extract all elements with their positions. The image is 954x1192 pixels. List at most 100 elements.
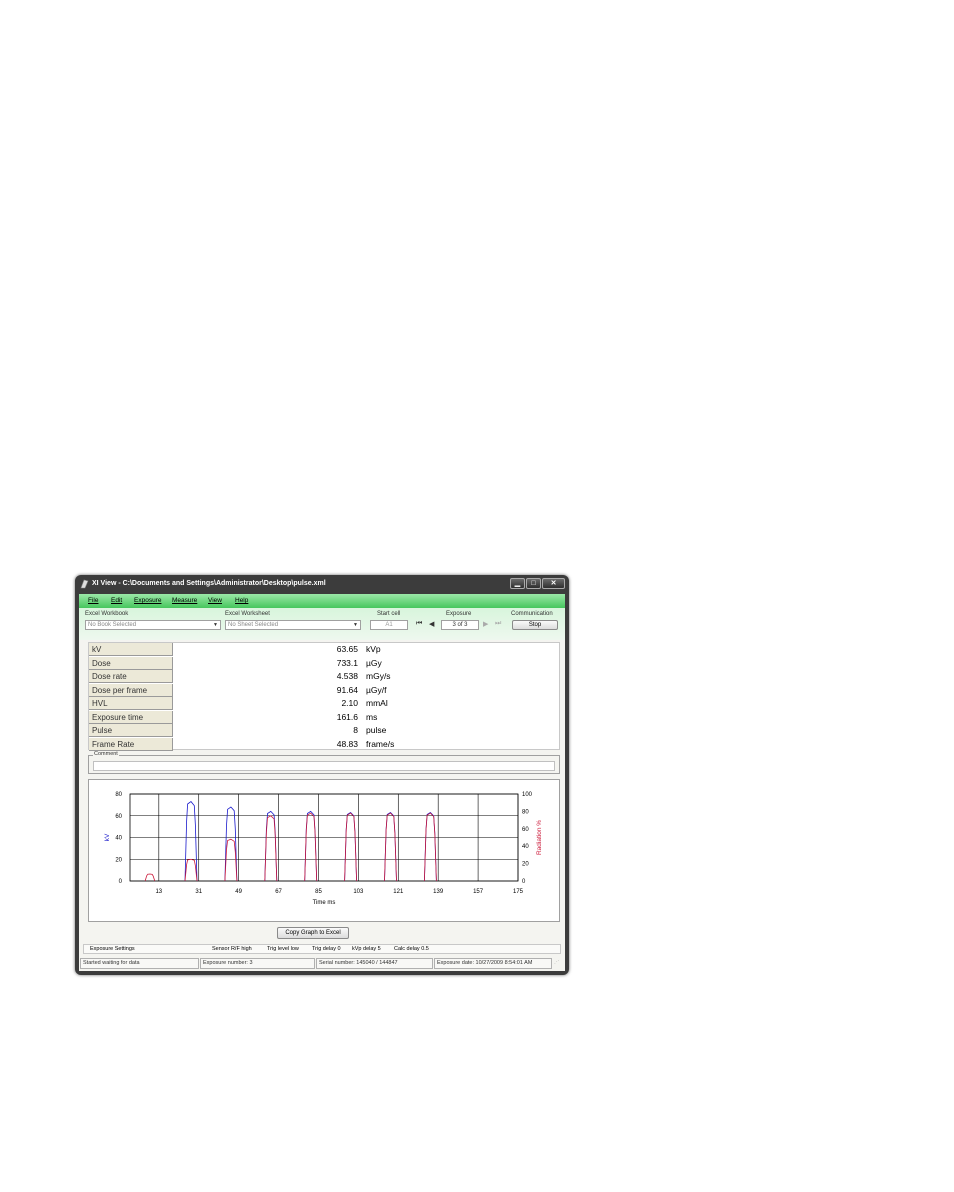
x-tick-label: 175 bbox=[513, 889, 524, 895]
x-tick-label: 13 bbox=[155, 889, 162, 895]
y-tick-label: 40 bbox=[115, 836, 122, 842]
worksheet-select[interactable]: No Sheet Selected ▼ bbox=[225, 620, 361, 630]
chart-panel: 13 31 49 67 85 103 121 139 157 175 0 20 40 60 80 0 20 40 6… bbox=[88, 779, 560, 922]
result-row-hvl: HVL 2.10 mmAl bbox=[89, 697, 561, 711]
chevron-down-icon: ▼ bbox=[353, 622, 358, 628]
result-value: 161.6 bbox=[336, 711, 358, 722]
y-tick-label: 80 bbox=[115, 792, 122, 798]
result-value: 48.83 bbox=[336, 738, 358, 749]
menu-bar: File Edit Exposure Measure View Help bbox=[79, 594, 565, 608]
x-tick-label: 31 bbox=[195, 889, 202, 895]
y2-tick-label: 60 bbox=[522, 827, 529, 833]
result-label: Exposure time bbox=[89, 710, 173, 724]
result-unit: frame/s bbox=[366, 738, 395, 749]
result-label: Dose per frame bbox=[89, 683, 173, 697]
menu-edit[interactable]: Edit bbox=[111, 597, 122, 604]
menu-exposure[interactable]: Exposure bbox=[134, 597, 161, 604]
result-unit: µGy/f bbox=[366, 684, 387, 695]
workbook-label: Excel Workbook bbox=[85, 611, 129, 617]
result-value: 2.10 bbox=[341, 698, 358, 708]
result-unit: pulse bbox=[366, 725, 387, 735]
x-tick-label: 85 bbox=[315, 889, 322, 895]
workbook-select[interactable]: No Book Selected ▼ bbox=[85, 620, 221, 630]
x-tick-label: 139 bbox=[433, 889, 444, 895]
result-row-kv: kV 63.65 kVp bbox=[89, 643, 561, 657]
last-exposure-icon[interactable]: ⏭ bbox=[495, 620, 501, 628]
result-label: HVL bbox=[89, 697, 173, 710]
trig-delay-setting: Trig delay 0 bbox=[312, 946, 341, 952]
result-row-dose-per-frame: Dose per frame 91.64 µGy/f bbox=[89, 683, 561, 698]
y2-tick-label: 80 bbox=[522, 809, 529, 815]
x-tick-label: 157 bbox=[473, 889, 484, 895]
communication-label: Communication bbox=[511, 611, 553, 617]
status-bar: Started waiting for data Exposure number… bbox=[79, 958, 565, 970]
result-value: 91.64 bbox=[336, 684, 358, 695]
result-label: kV bbox=[89, 643, 173, 656]
exposure-counter: 3 of 3 bbox=[441, 620, 479, 630]
exposure-settings-label: Exposure Settings bbox=[90, 946, 135, 952]
result-unit: µGy bbox=[366, 657, 382, 668]
y-axis-label: kV bbox=[104, 833, 111, 841]
start-cell-label: Start cell bbox=[377, 611, 401, 617]
result-unit: mGy/s bbox=[366, 671, 391, 681]
result-row-dose: Dose 733.1 µGy bbox=[89, 656, 561, 671]
next-exposure-icon[interactable]: ▶ bbox=[483, 620, 488, 628]
toolbar: Excel Workbook No Book Selected ▼ Excel … bbox=[79, 608, 565, 640]
close-button[interactable]: ✕ bbox=[542, 578, 565, 589]
result-row-exposure-time: Exposure time 161.6 ms bbox=[89, 710, 561, 725]
result-row-frame-rate: Frame Rate 48.83 frame/s bbox=[89, 737, 561, 752]
y2-tick-label: 100 bbox=[522, 792, 533, 798]
y2-axis-label: Radiation % bbox=[536, 820, 543, 855]
result-value: 4.538 bbox=[336, 671, 358, 681]
y-tick-label: 0 bbox=[119, 879, 123, 885]
status-serial-number: Serial number: 145040 / 144847 bbox=[316, 958, 433, 969]
result-value: 733.1 bbox=[336, 657, 358, 668]
calc-delay-setting: Calc delay 0.5 bbox=[394, 946, 429, 952]
result-unit: ms bbox=[366, 711, 378, 722]
result-value: 63.65 bbox=[336, 644, 358, 654]
result-label: Frame Rate bbox=[89, 737, 173, 751]
result-label: Dose bbox=[89, 656, 173, 670]
result-value: 8 bbox=[353, 725, 358, 735]
y-tick-label: 20 bbox=[115, 857, 122, 863]
app-icon bbox=[80, 579, 89, 589]
prev-exposure-icon[interactable]: ◀ bbox=[429, 620, 434, 628]
y2-tick-label: 40 bbox=[522, 844, 529, 850]
result-label: Dose rate bbox=[89, 670, 173, 683]
comment-group: Comment bbox=[88, 751, 560, 774]
menu-view[interactable]: View bbox=[208, 597, 222, 604]
result-unit: kVp bbox=[366, 644, 381, 654]
client-area: File Edit Exposure Measure View Help Exc… bbox=[79, 594, 565, 971]
exposure-settings-bar: Exposure Settings Sensor R/F high Trig l… bbox=[83, 944, 561, 954]
start-cell-input[interactable]: A1 bbox=[370, 620, 408, 630]
x-axis-label: Time ms bbox=[313, 900, 336, 906]
result-unit: mmAl bbox=[366, 698, 388, 708]
worksheet-value: No Sheet Selected bbox=[228, 622, 279, 628]
menu-file[interactable]: File bbox=[88, 597, 98, 604]
resize-grip-icon[interactable]: ⋰ bbox=[554, 960, 560, 966]
x-tick-label: 49 bbox=[235, 889, 242, 895]
result-row-pulse: Pulse 8 pulse bbox=[89, 724, 561, 738]
y2-tick-label: 20 bbox=[522, 862, 529, 868]
copy-graph-button[interactable]: Copy Graph to Excel bbox=[277, 927, 349, 939]
menu-help[interactable]: Help bbox=[235, 597, 248, 604]
x-tick-label: 67 bbox=[275, 889, 282, 895]
status-message: Started waiting for data bbox=[80, 958, 199, 969]
comment-input[interactable] bbox=[93, 761, 555, 771]
kvp-delay-setting: kVp delay 5 bbox=[352, 946, 381, 952]
worksheet-label: Excel Worksheet bbox=[225, 611, 270, 617]
result-label: Pulse bbox=[89, 724, 173, 737]
workbook-value: No Book Selected bbox=[88, 622, 137, 628]
status-exposure-number: Exposure number: 3 bbox=[200, 958, 315, 969]
maximize-button[interactable]: □ bbox=[526, 578, 541, 589]
y2-tick-label: 0 bbox=[522, 879, 526, 885]
result-row-dose-rate: Dose rate 4.538 mGy/s bbox=[89, 670, 561, 684]
comment-label: Comment bbox=[93, 751, 119, 757]
stop-button[interactable]: Stop bbox=[512, 620, 558, 630]
sensor-setting: Sensor R/F high bbox=[212, 946, 252, 952]
first-exposure-icon[interactable]: ⏮ bbox=[416, 620, 422, 628]
title-bar[interactable]: XI View - C:\Documents and Settings\Admi… bbox=[75, 575, 569, 594]
menu-measure[interactable]: Measure bbox=[172, 597, 197, 604]
exposure-label: Exposure bbox=[446, 611, 472, 617]
minimize-button[interactable]: ▁ bbox=[510, 578, 525, 589]
